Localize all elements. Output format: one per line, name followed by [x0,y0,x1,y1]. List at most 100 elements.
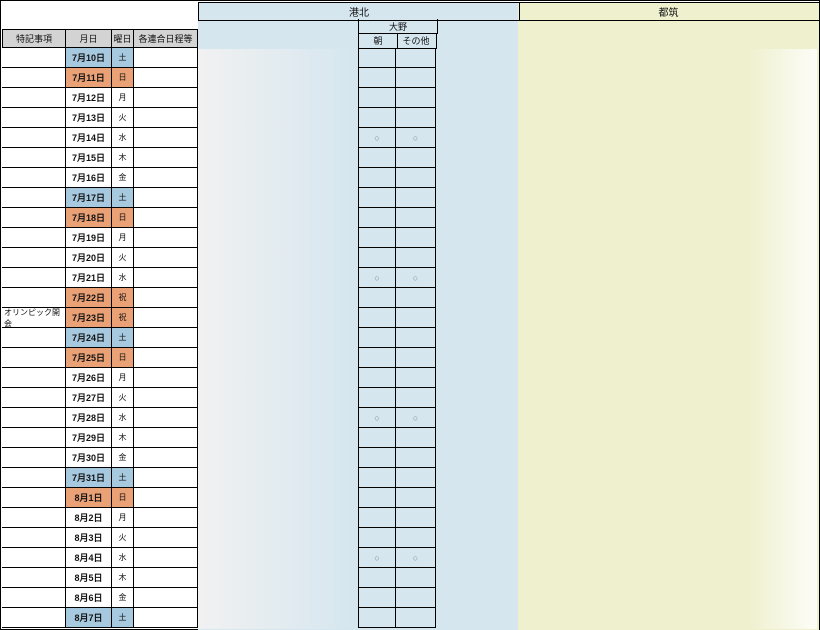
cell-sched [134,148,198,168]
cell-ohno-b [396,68,436,88]
cell-dow: 水 [112,268,134,288]
cell-note [2,48,66,68]
cell-ohno-a [358,608,396,628]
cell-note [2,608,66,628]
cell-note [2,128,66,148]
cell-date: 7月19日 [66,228,112,248]
cell-ohno-b [396,368,436,388]
cell-note [2,588,66,608]
cell-ohno-a [358,488,396,508]
cell-ohno-b [396,348,436,368]
cell-ohno-b [396,308,436,328]
cell-date: 8月3日 [66,528,112,548]
cell-sched [134,588,198,608]
cell-note [2,268,66,288]
cell-dow: 土 [112,48,134,68]
cell-ohno-a [358,448,396,468]
cell-date: 7月11日 [66,68,112,88]
cell-date: 7月20日 [66,248,112,268]
cell-ohno-a [358,188,396,208]
cell-ohno-b [396,208,436,228]
cell-note [2,248,66,268]
table-row: 8月6日金 [2,588,819,608]
cell-date: 7月15日 [66,148,112,168]
table-row: 8月7日土 [2,608,819,628]
cell-ohno-b [396,48,436,68]
cell-sched [134,328,198,348]
cell-date: 7月27日 [66,388,112,408]
cell-note [2,368,66,388]
cell-ohno-b [396,188,436,208]
cell-note [2,568,66,588]
cell-date: 8月7日 [66,608,112,628]
cell-date: 8月6日 [66,588,112,608]
cell-ohno-a: ○ [358,268,396,288]
cell-ohno-a [358,328,396,348]
cell-sched [134,548,198,568]
cell-dow: 金 [112,448,134,468]
cell-dow: 木 [112,148,134,168]
cell-date: 8月5日 [66,568,112,588]
cell-ohno-a [358,428,396,448]
cell-ohno-b: ○ [396,268,436,288]
cell-ohno-a [358,48,396,68]
cell-sched [134,248,198,268]
cell-ohno-b [396,388,436,408]
table-row: 7月31日土 [2,468,819,488]
cell-date: 7月30日 [66,448,112,468]
cell-note [2,528,66,548]
table-row: 7月10日土 [2,48,819,68]
cell-ohno-b [396,328,436,348]
cell-note [2,148,66,168]
cell-note [2,208,66,228]
cell-date: 7月29日 [66,428,112,448]
cell-dow: 月 [112,228,134,248]
header-note: 特記事項 [2,29,66,48]
cell-dow: 金 [112,588,134,608]
cell-sched [134,268,198,288]
cell-ohno-b: ○ [396,548,436,568]
cell-ohno-b [396,488,436,508]
cell-ohno-a: ○ [358,128,396,148]
cell-date: 7月23日 [66,308,112,328]
cell-ohno-a: ○ [358,408,396,428]
table-row: 7月12日月 [2,88,819,108]
cell-dow: 火 [112,108,134,128]
cell-ohno-b [396,248,436,268]
cell-sched [134,288,198,308]
table-row: オリンピック開会7月23日祝 [2,308,819,328]
cell-sched [134,128,198,148]
cell-note [2,328,66,348]
cell-ohno-a [358,68,396,88]
table-row: 8月3日火 [2,528,819,548]
cell-ohno-a [358,368,396,388]
cell-sched [134,408,198,428]
cell-ohno-a [358,568,396,588]
table-row: 7月13日火 [2,108,819,128]
cell-dow: 木 [112,568,134,588]
cell-ohno-b [396,468,436,488]
cell-sched [134,468,198,488]
cell-note [2,448,66,468]
cell-date: 7月21日 [66,268,112,288]
cell-ohno-a [358,288,396,308]
cell-sched [134,388,198,408]
cell-dow: 水 [112,408,134,428]
cell-note: オリンピック開会 [2,308,66,328]
cell-date: 7月17日 [66,188,112,208]
cell-dow: 日 [112,68,134,88]
cell-ohno-b [396,528,436,548]
cell-note [2,188,66,208]
cell-ohno-b [396,168,436,188]
cell-note [2,548,66,568]
cell-ohno-a [358,388,396,408]
cell-date: 7月16日 [66,168,112,188]
cell-sched [134,168,198,188]
table-row: 7月26日月 [2,368,819,388]
cell-ohno-a [358,208,396,228]
table-row: 7月14日水○○ [2,128,819,148]
region-header-tsuzuki: 都筑 [518,2,820,21]
cell-note [2,408,66,428]
cell-date: 8月2日 [66,508,112,528]
cell-ohno-b [396,88,436,108]
